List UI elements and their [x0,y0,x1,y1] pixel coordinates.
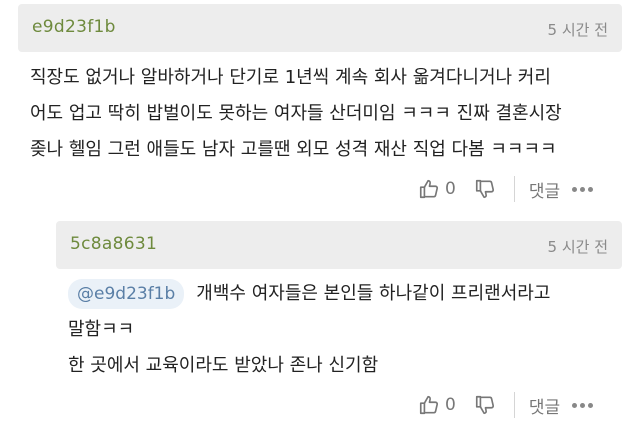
comment-header: e9d23f1b 5 시간 전 [18,4,622,52]
comment-body: 직장도 없거나 알바하거나 단기로 1년씩 계속 회사 옮겨다니거나 커리 어도… [30,60,630,168]
thumbs-up-icon [418,178,440,200]
username[interactable]: e9d23f1b [32,17,116,37]
like-count: 0 [445,179,456,199]
dislike-button[interactable] [474,394,496,416]
comment-line: 좆나 헬임 그런 애들도 남자 고를땐 외모 성격 재산 직업 다봄 ㅋㅋㅋㅋ [30,139,557,160]
timestamp: 5 시간 전 [547,238,608,256]
comment-actions: 0 댓글 [418,174,594,204]
mention-tag[interactable]: @e9d23f1b [68,279,185,309]
divider [513,392,515,418]
divider [513,176,515,202]
like-count: 0 [445,395,456,415]
like-button[interactable]: 0 [418,178,456,200]
more-options-icon[interactable] [572,402,594,408]
more-options-icon[interactable] [572,186,594,192]
thumbs-up-icon [418,394,440,416]
comment-line: @e9d23f1b 개백수 여자들은 본인들 하나같이 프리랜서라고 [68,276,628,312]
thumbs-down-icon [474,394,496,416]
comment-line: 어도 업고 딱히 밥벌이도 못하는 여자들 산더미임 ㅋㅋㅋ 진짜 결혼시장 [30,103,562,124]
thumbs-down-icon [474,178,496,200]
comment-line: 한 곳에서 교육이라도 받았나 존나 신기함 [68,355,379,376]
reply-button[interactable]: 댓글 [529,393,560,418]
reply-button[interactable]: 댓글 [529,177,560,202]
comment-line: 말함ㅋㅋ [68,319,135,340]
dislike-button[interactable] [474,178,496,200]
timestamp: 5 시간 전 [547,21,608,39]
like-button[interactable]: 0 [418,394,456,416]
reply-body: @e9d23f1b 개백수 여자들은 본인들 하나같이 프리랜서라고 말함ㅋㅋ 한… [68,276,628,384]
username[interactable]: 5c8a8631 [70,234,157,254]
reply-header: 5c8a8631 5 시간 전 [56,221,622,269]
comment-line: 직장도 없거나 알바하거나 단기로 1년씩 계속 회사 옮겨다니거나 커리 [30,67,551,88]
reply-actions: 0 댓글 [418,390,594,420]
comment-line-text: 개백수 여자들은 본인들 하나같이 프리랜서라고 [196,283,551,304]
